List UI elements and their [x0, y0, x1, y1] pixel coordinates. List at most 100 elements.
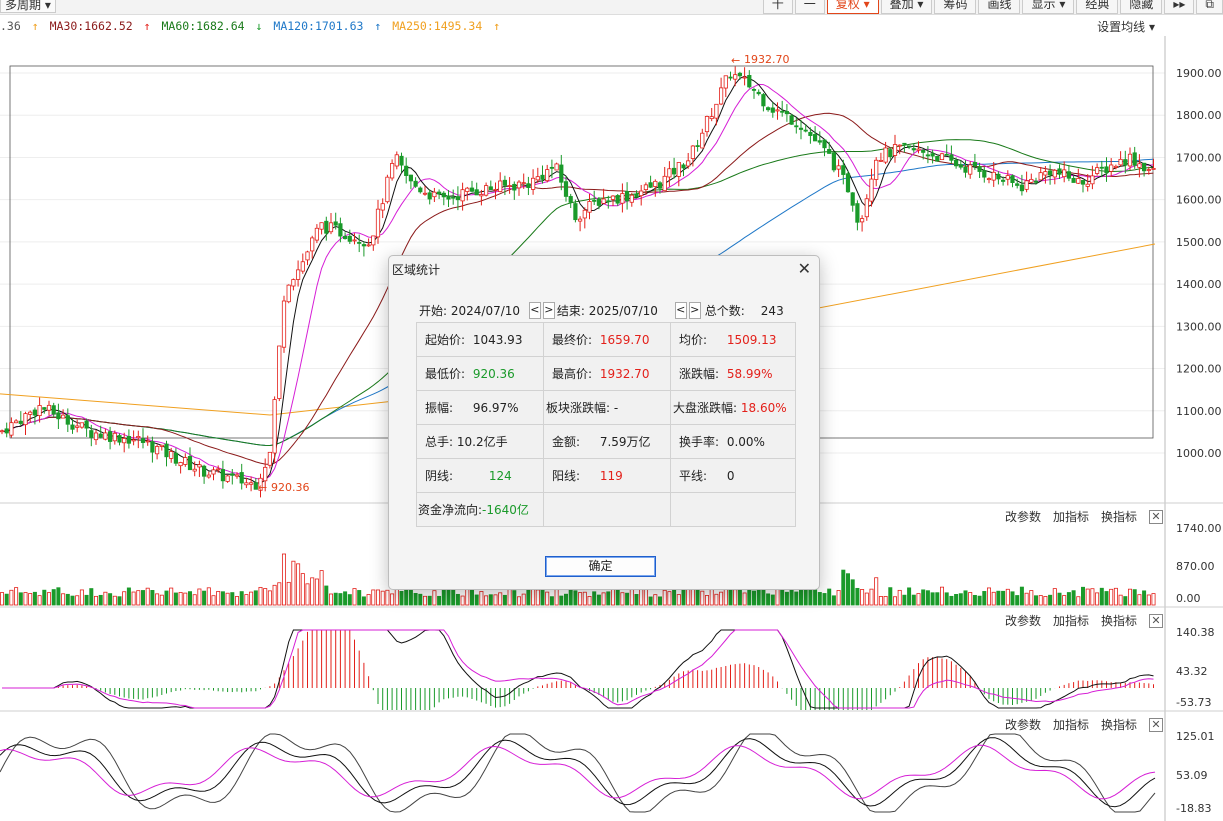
candle-body	[911, 148, 916, 151]
candle-body	[498, 180, 503, 192]
volume-bar	[615, 589, 620, 606]
volume-bar	[187, 591, 192, 606]
volume-bar	[559, 595, 564, 606]
volume-bar	[733, 589, 738, 606]
minus-button[interactable]: 一	[794, 0, 825, 14]
fuquan-button[interactable]: 复权 ▾	[826, 0, 879, 14]
candle-body	[42, 407, 47, 410]
volume-bar	[305, 583, 310, 606]
classic-button[interactable]: 经典	[1076, 0, 1119, 14]
volume-bar	[531, 588, 536, 606]
start-date[interactable]: 2024/07/10	[451, 304, 529, 318]
close-icon[interactable]: ✕	[798, 259, 811, 278]
volume-bar	[258, 586, 263, 606]
candle-body	[836, 165, 841, 170]
volume-bar	[310, 577, 315, 606]
period-label: 多周期	[5, 0, 42, 12]
candle-body	[516, 181, 522, 189]
volume-bar	[324, 585, 329, 606]
change-params-button[interactable]: 改参数	[1005, 508, 1041, 525]
change-params-button[interactable]: 改参数	[1005, 612, 1041, 629]
volume-bar	[850, 579, 855, 606]
candle-body	[507, 185, 512, 187]
candle-body	[737, 72, 743, 77]
end-prev-button[interactable]: <	[674, 302, 687, 319]
volume-bar	[371, 589, 376, 606]
candle-body	[65, 415, 70, 425]
candle-body	[427, 192, 432, 200]
candle-body	[145, 440, 150, 443]
add-indicator-button[interactable]: 加指标	[1053, 508, 1089, 525]
candle-body	[878, 159, 884, 162]
price-axis-label: 1000.00	[1176, 447, 1222, 460]
volume-bar	[1043, 596, 1048, 606]
candle-body	[305, 251, 310, 261]
candle-body	[455, 196, 461, 201]
candle-body	[573, 203, 578, 221]
candle-body	[841, 165, 846, 175]
end-next-button[interactable]: >	[688, 302, 701, 319]
candle-body	[117, 435, 122, 443]
candle-body	[1052, 169, 1057, 178]
ma250-value: MA250:1495.34	[392, 19, 483, 33]
volume-bar	[625, 592, 630, 606]
top-toolbar: 多周期 ▾ 十 一 复权 ▾ 叠加 ▾ 筹码 画线 显示 ▾ 经典 隐藏 ▸▸ …	[0, 0, 1223, 15]
set-ma-button[interactable]: 设置均线 ▾	[1097, 18, 1155, 35]
swap-indicator-button[interactable]: 换指标	[1101, 612, 1137, 629]
swap-indicator-button[interactable]: 换指标	[1101, 508, 1137, 525]
volume-bar	[982, 591, 987, 606]
candle-body	[719, 87, 724, 105]
candle-body	[136, 436, 141, 439]
close-icon[interactable]: ✕	[1149, 717, 1163, 732]
volume-bar	[9, 589, 14, 606]
swap-indicator-button[interactable]: 换指标	[1101, 716, 1137, 733]
arrow-down-icon: ↓	[255, 19, 263, 33]
crosshair-button[interactable]: 十	[762, 0, 793, 14]
volume-bar	[681, 589, 686, 606]
volume-bar	[521, 593, 526, 606]
volume-bar	[253, 590, 258, 606]
add-indicator-button[interactable]: 加指标	[1053, 612, 1089, 629]
volume-bar	[596, 594, 601, 606]
volume-bar	[695, 587, 700, 606]
candle-body	[291, 279, 296, 287]
candle-body	[89, 430, 94, 438]
volume-bar	[742, 592, 747, 606]
volume-bar	[267, 590, 272, 606]
double-chevron-right-icon[interactable]: ▸▸	[1164, 0, 1195, 14]
high-arrow-icon: ←	[731, 54, 740, 67]
volume-bar	[126, 587, 131, 606]
hide-button[interactable]: 隐藏	[1120, 0, 1163, 14]
positive-count-label: 阳线:	[552, 469, 581, 483]
restore-window-icon[interactable]: ⧉	[1196, 0, 1223, 14]
change-params-button[interactable]: 改参数	[1005, 716, 1041, 733]
chips-button[interactable]: 筹码	[934, 0, 977, 14]
candle-body	[545, 169, 550, 182]
start-next-button[interactable]: >	[542, 302, 555, 319]
price-axis-label: 1800.00	[1176, 109, 1222, 122]
end-date[interactable]: 2025/07/10	[589, 304, 675, 318]
add-indicator-button[interactable]: 加指标	[1053, 716, 1089, 733]
overlay-button[interactable]: 叠加 ▾	[880, 0, 933, 14]
ok-button[interactable]: 确定	[545, 556, 656, 577]
volume-bar	[1109, 588, 1114, 606]
candle-body	[963, 166, 968, 173]
candle-body	[850, 192, 855, 206]
volume-bar	[606, 591, 611, 606]
candle-body	[690, 145, 696, 159]
candle-body	[0, 430, 5, 433]
fuquan-label: 复权	[835, 0, 860, 11]
candle-body	[79, 422, 84, 428]
amplitude-value: 96.97%	[472, 401, 519, 415]
period-selector[interactable]: 多周期 ▾	[0, 0, 56, 13]
display-button[interactable]: 显示 ▾	[1022, 0, 1075, 14]
close-icon[interactable]: ✕	[1149, 613, 1163, 628]
volume-bar	[1071, 590, 1076, 606]
start-prev-button[interactable]: <	[528, 302, 541, 319]
open-price-label: 起始价:	[425, 333, 466, 347]
candle-body	[892, 144, 898, 156]
close-icon[interactable]: ✕	[1149, 509, 1163, 524]
candle-body	[686, 160, 691, 167]
draw-line-button[interactable]: 画线	[978, 0, 1021, 14]
volume-bar	[94, 595, 99, 606]
